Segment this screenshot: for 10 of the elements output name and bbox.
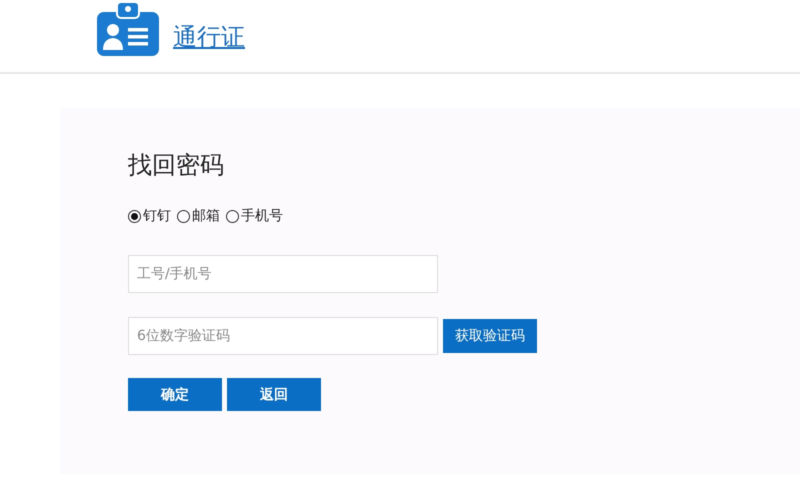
code-field[interactable]: 6位数字验证码 bbox=[128, 317, 438, 355]
method-radio[interactable]: 手机号 bbox=[226, 207, 283, 225]
logo-link[interactable]: 通行证 bbox=[173, 21, 245, 53]
get-code-button[interactable]: 获取验证码 bbox=[443, 319, 537, 353]
back-button[interactable]: 返回 bbox=[227, 378, 321, 411]
confirm-button[interactable]: 确定 bbox=[128, 378, 222, 411]
form-title: 找回密码 bbox=[128, 150, 225, 180]
account-field[interactable]: 工号/手机号 bbox=[128, 255, 438, 293]
method-radio[interactable]: 钉钉 bbox=[128, 207, 171, 225]
method-radio[interactable]: 邮箱 bbox=[177, 207, 220, 225]
